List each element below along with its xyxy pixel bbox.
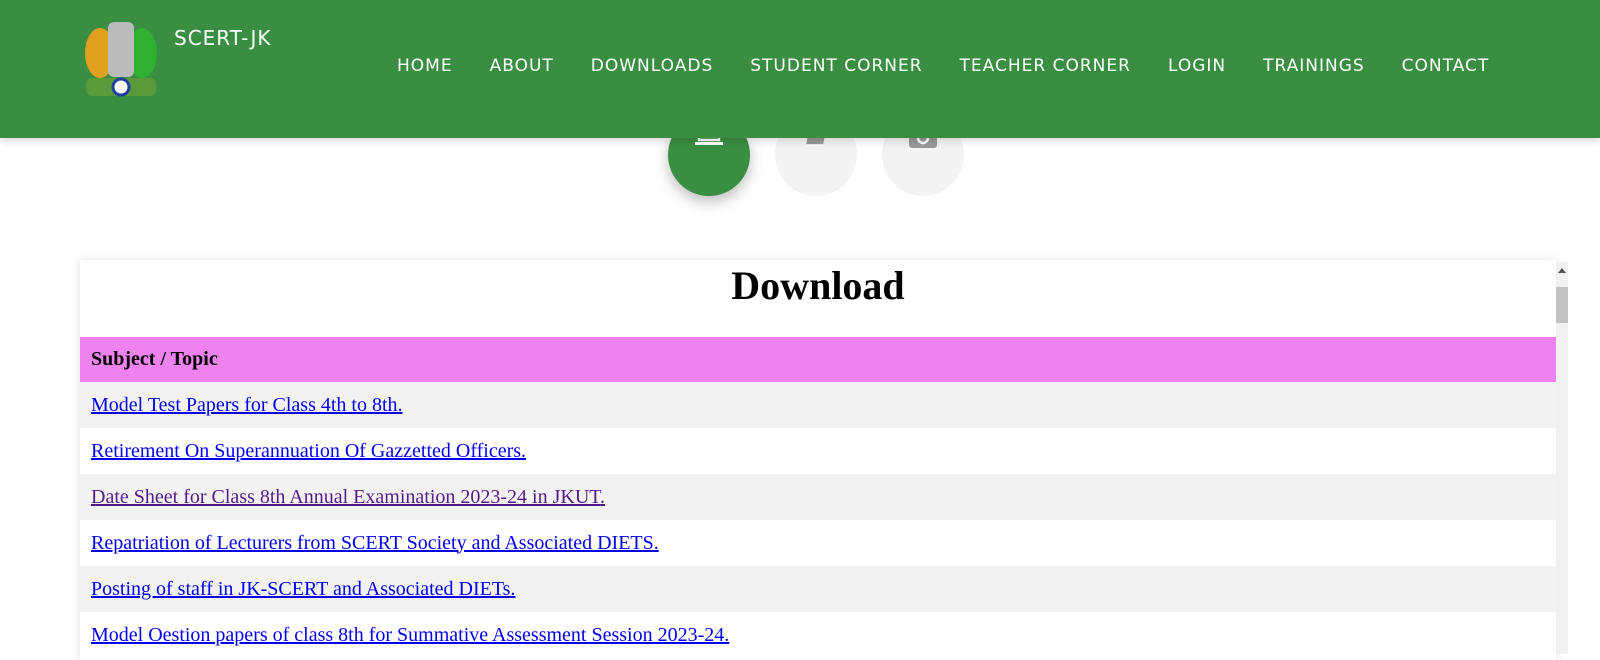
nav-about[interactable]: ABOUT <box>490 56 554 76</box>
nav-downloads[interactable]: DOWNLOADS <box>591 56 713 76</box>
table-row: Model Test Papers for Class 4th to 8th. <box>80 382 1556 428</box>
emblem-logo[interactable] <box>80 18 162 116</box>
nav-login[interactable]: LOGIN <box>1168 56 1226 76</box>
main-nav: HOME ABOUT DOWNLOADS STUDENT CORNER TEAC… <box>397 56 1526 76</box>
table-row: Posting of staff in JK-SCERT and Associa… <box>80 566 1556 612</box>
brand-name[interactable]: SCERT-JK <box>174 26 271 50</box>
nav-teacher-corner[interactable]: TEACHER CORNER <box>960 56 1131 76</box>
table-row: Date Sheet for Class 8th Annual Examinat… <box>80 474 1556 520</box>
download-link[interactable]: Model Test Papers for Class 4th to 8th. <box>91 394 403 417</box>
download-link[interactable]: Posting of staff in JK-SCERT and Associa… <box>91 578 515 601</box>
scroll-up-arrow-icon[interactable] <box>1558 268 1566 273</box>
download-table: Subject / Topic Model Test Papers for Cl… <box>80 337 1556 658</box>
nav-contact[interactable]: CONTACT <box>1402 56 1490 76</box>
nav-trainings[interactable]: TRAININGS <box>1263 56 1365 76</box>
scrollbar-thumb[interactable] <box>1556 287 1568 323</box>
download-panel: Download Subject / Topic Model Test Pape… <box>80 260 1556 660</box>
table-row: Retirement On Superannuation Of Gazzette… <box>80 428 1556 474</box>
download-link[interactable]: Retirement On Superannuation Of Gazzette… <box>91 440 526 463</box>
table-row: Repatriation of Lecturers from SCERT Soc… <box>80 520 1556 566</box>
nav-student-corner[interactable]: STUDENT CORNER <box>750 56 922 76</box>
download-link[interactable]: Date Sheet for Class 8th Annual Examinat… <box>91 486 605 509</box>
table-row: Model Oestion papers of class 8th for Su… <box>80 612 1556 658</box>
scrollbar[interactable] <box>1556 262 1568 654</box>
download-link[interactable]: Model Oestion papers of class 8th for Su… <box>91 624 729 647</box>
column-header-subject: Subject / Topic <box>80 337 1556 382</box>
site-header: SCERT-JK HOME ABOUT DOWNLOADS STUDENT CO… <box>0 0 1600 138</box>
download-link[interactable]: Repatriation of Lecturers from SCERT Soc… <box>91 532 659 555</box>
page-title: Download <box>731 263 905 308</box>
nav-home[interactable]: HOME <box>397 56 453 76</box>
